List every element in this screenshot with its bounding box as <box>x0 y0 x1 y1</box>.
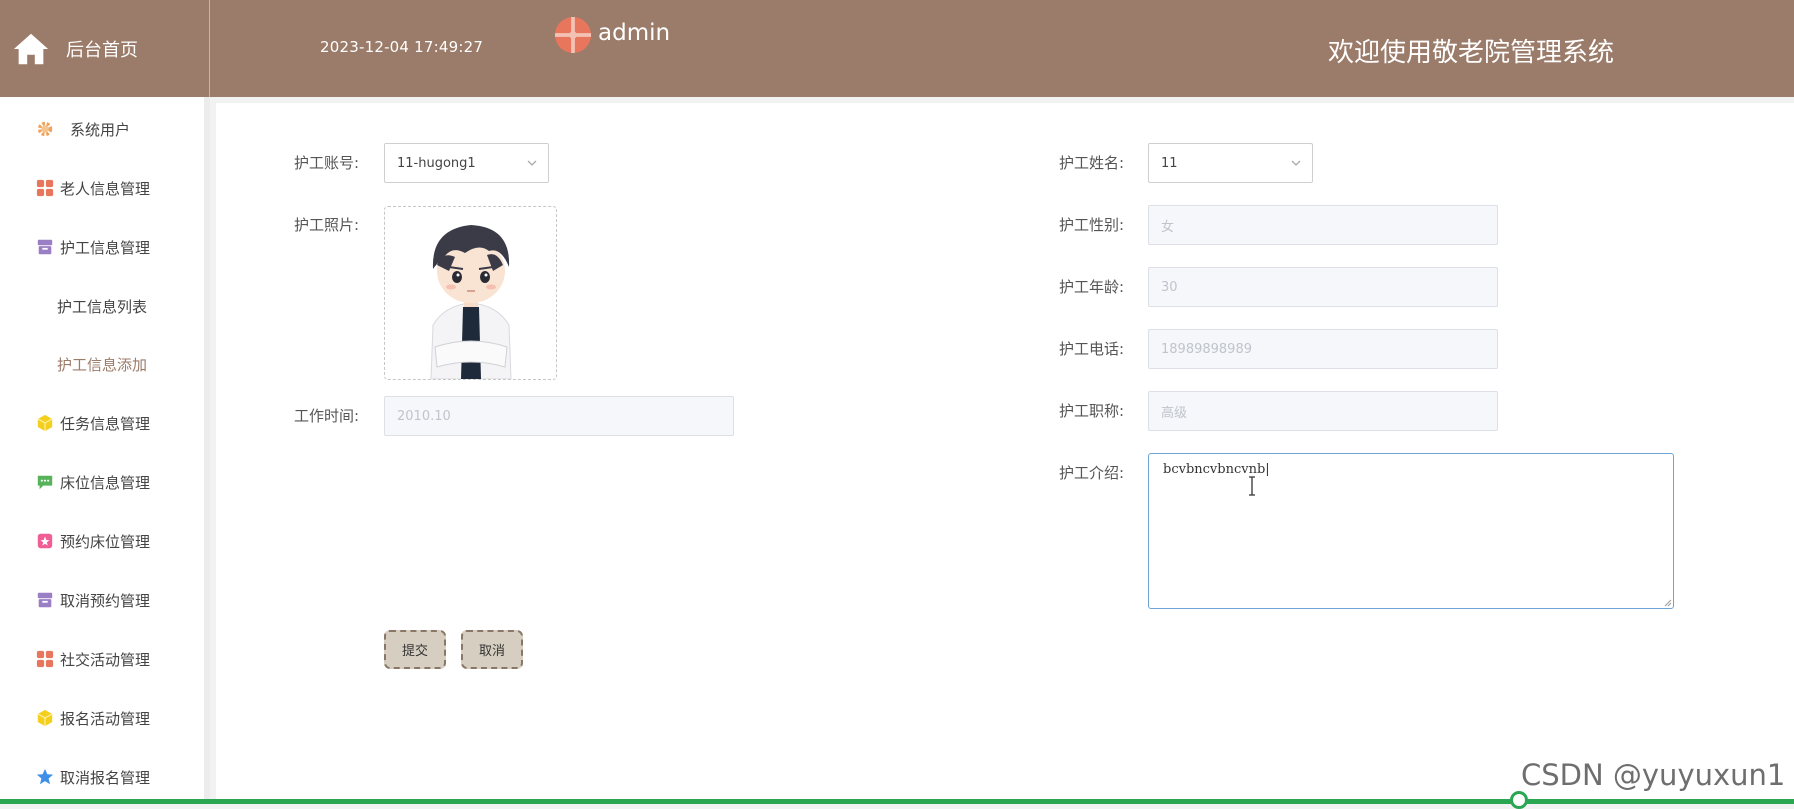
badge-icon <box>37 533 53 549</box>
gear-icon <box>37 121 53 137</box>
caregiver-photo <box>430 225 512 379</box>
sidebar-item-label: 系统用户 <box>70 120 131 139</box>
gender-value: 女 <box>1161 219 1175 235</box>
home-button[interactable]: 后台首页 <box>0 0 210 97</box>
sidebar-item-label: 取消预约管理 <box>60 591 151 610</box>
sidebar-item-cancel-signup[interactable]: 取消报名管理 <box>0 762 204 792</box>
archive-icon <box>37 239 53 255</box>
sidebar-item-label: 护工信息管理 <box>60 238 151 257</box>
sidebar-item-label: 报名活动管理 <box>60 709 151 728</box>
name-value: 11 <box>1161 155 1178 171</box>
sidebar-subitem-caregiver-list[interactable]: 护工信息列表 <box>0 291 204 321</box>
phone-label: 护工电话: <box>1059 340 1125 358</box>
age-value: 30 <box>1161 279 1178 295</box>
username: admin <box>598 20 671 46</box>
sidebar-item-social[interactable]: 社交活动管理 <box>0 644 204 674</box>
age-label: 护工年龄: <box>1059 278 1125 296</box>
sidebar-item-bed[interactable]: 床位信息管理 <box>0 467 204 497</box>
sidebar-item-label: 任务信息管理 <box>60 414 151 433</box>
sidebar-item-signup[interactable]: 报名活动管理 <box>0 703 204 733</box>
account-value: 11-hugong1 <box>397 155 476 171</box>
sidebar-item-label: 床位信息管理 <box>60 473 151 492</box>
text-cursor-icon <box>1249 476 1255 496</box>
sidebar-item-elder[interactable]: 老人信息管理 <box>0 173 204 203</box>
resize-handle-icon[interactable] <box>1664 599 1672 607</box>
sidebar-item-label: 取消报名管理 <box>60 768 151 787</box>
name-label: 护工姓名: <box>1059 154 1125 172</box>
sidebar-subitem-caregiver-add[interactable]: 护工信息添加 <box>0 349 204 379</box>
sidebar-item-reserve-bed[interactable]: 预约床位管理 <box>0 526 204 556</box>
title-label: 护工职称: <box>1059 402 1125 420</box>
worktime-input[interactable]: 2010.10 <box>384 396 734 436</box>
intro-label: 护工介绍: <box>1059 464 1125 482</box>
name-select[interactable]: 11 <box>1148 143 1313 183</box>
chat-icon <box>37 475 53 490</box>
photo-upload[interactable] <box>384 206 557 380</box>
sidebar-item-label: 社交活动管理 <box>60 650 151 669</box>
grid-icon <box>36 179 54 197</box>
worktime-label: 工作时间: <box>294 407 360 425</box>
account-label: 护工账号: <box>294 154 360 172</box>
archive-icon <box>37 592 53 608</box>
phone-input[interactable]: 18989898989 <box>1148 329 1498 369</box>
sidebar: 系统用户 老人信息管理 护工信息管理 护工信息列表 护工信息添加 任务信息管理 … <box>0 97 210 804</box>
chevron-down-icon <box>527 160 537 166</box>
gender-input[interactable]: 女 <box>1148 205 1498 245</box>
cancel-button[interactable]: 取消 <box>461 630 523 669</box>
welcome-title: 欢迎使用敬老院管理系统 <box>1328 38 1615 68</box>
watermark: CSDN @yuyuxun1 <box>1521 758 1786 792</box>
photo-label: 护工照片: <box>294 216 360 234</box>
title-value: 高级 <box>1161 405 1188 421</box>
user-menu[interactable]: admin <box>554 16 670 54</box>
sidebar-item-caregiver[interactable]: 护工信息管理 <box>0 232 204 262</box>
sidebar-item-system-user[interactable]: 系统用户 <box>0 114 204 144</box>
worktime-value: 2010.10 <box>397 408 451 424</box>
age-input[interactable]: 30 <box>1148 267 1498 307</box>
cube-icon <box>37 414 53 432</box>
form-panel: 护工账号: 11-hugong1 护工照片: 工作时间: 2010.10 提交 … <box>216 103 1794 804</box>
sidebar-item-cancel-reserve[interactable]: 取消预约管理 <box>0 585 204 615</box>
clock-text: 2023-12-04 17:49:27 <box>320 38 484 56</box>
title-input[interactable]: 高级 <box>1148 391 1498 431</box>
intro-textarea[interactable]: bcvbncvbncvnb| <box>1148 453 1674 609</box>
home-label: 后台首页 <box>66 39 138 61</box>
sidebar-item-task[interactable]: 任务信息管理 <box>0 408 204 438</box>
avatar-icon <box>554 16 592 54</box>
top-header: 后台首页 2023-12-04 17:49:27 admin 欢迎使用敬老院管理… <box>0 0 1794 97</box>
intro-value: bcvbncvbncvnb| <box>1163 462 1270 477</box>
submit-button[interactable]: 提交 <box>384 630 446 669</box>
sidebar-item-label: 预约床位管理 <box>60 532 151 551</box>
phone-value: 18989898989 <box>1161 341 1252 357</box>
gender-label: 护工性别: <box>1059 216 1125 234</box>
home-icon <box>13 33 49 64</box>
chevron-down-icon <box>1291 160 1301 166</box>
account-select[interactable]: 11-hugong1 <box>384 143 549 183</box>
progress-handle[interactable] <box>1510 791 1528 809</box>
grid-icon <box>36 650 54 668</box>
sidebar-item-label: 老人信息管理 <box>60 179 151 198</box>
star-icon <box>36 768 54 785</box>
cube-icon <box>37 709 53 727</box>
